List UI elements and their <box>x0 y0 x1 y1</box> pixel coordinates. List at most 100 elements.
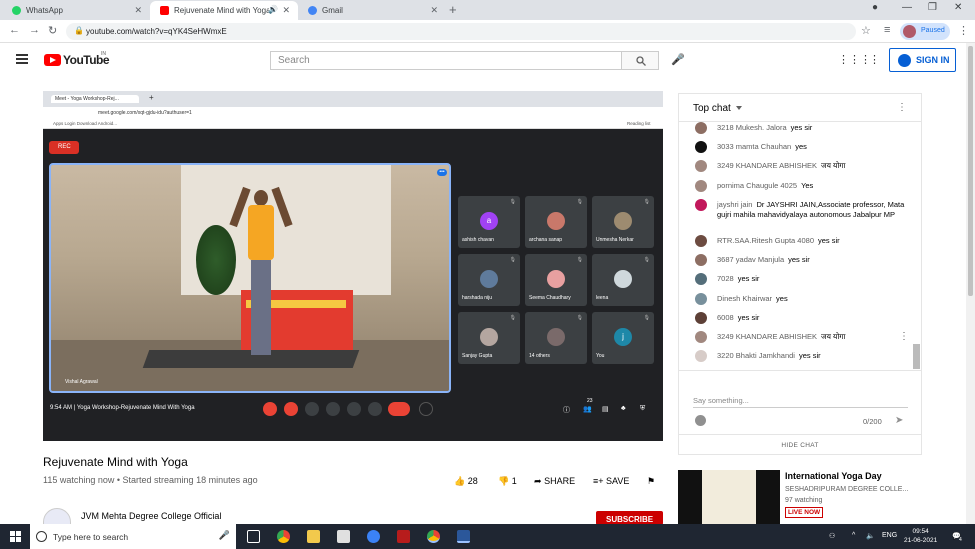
app-icon[interactable] <box>367 530 380 543</box>
chat-author[interactable]: 6008 <box>717 313 734 322</box>
new-tab-icon[interactable]: + <box>449 2 457 17</box>
youtube-logo-icon[interactable] <box>44 54 61 66</box>
bookmarks-text: Apps Login Download Android... <box>53 121 118 126</box>
language-indicator[interactable]: ENG <box>882 532 897 539</box>
chat-author[interactable]: Dinesh Khairwar <box>717 294 772 303</box>
save-button[interactable]: ≡+ SAVE <box>593 476 629 486</box>
avatar[interactable] <box>695 160 707 172</box>
back-icon[interactable]: ← <box>9 24 20 36</box>
microphone-icon[interactable]: 🎤 <box>219 530 230 541</box>
word-icon[interactable] <box>457 530 470 543</box>
chat-message-body: pornima Chaugule 4025 Yes <box>717 181 907 191</box>
tab-youtube[interactable]: Rejuvenate Mind with Yoga 🔊 ✕ <box>150 1 298 20</box>
chat-author[interactable]: jayshri jain <box>717 200 752 209</box>
message-menu-icon[interactable]: ⋮ <box>899 331 909 342</box>
chevron-down-icon[interactable] <box>736 106 742 110</box>
chat-author[interactable]: 7028 <box>717 274 734 283</box>
report-flag-icon[interactable]: ⚑ <box>647 476 655 487</box>
chat-author[interactable]: 3033 mamta Chauhan <box>717 142 791 151</box>
avatar[interactable] <box>695 235 707 247</box>
hide-chat-button[interactable]: HIDE CHAT <box>679 434 921 454</box>
page-scrollbar-thumb[interactable] <box>968 46 973 296</box>
people-tray-icon[interactable]: ⚇ <box>829 532 835 540</box>
chat-message-body: 3249 KHANDARE ABHISHEK जय योगा <box>717 332 907 342</box>
search-button[interactable] <box>621 51 659 70</box>
avatar[interactable] <box>695 293 707 305</box>
profile-paused-button[interactable]: Paused <box>900 23 950 40</box>
chat-author[interactable]: RTR.SAA.Ritesh Gupta 4080 <box>717 236 814 245</box>
forward-icon[interactable]: → <box>29 24 40 36</box>
sign-in-button[interactable]: SIGN IN <box>889 48 956 72</box>
chat-author[interactable]: pornima Chaugule 4025 <box>717 181 797 190</box>
avatar[interactable] <box>695 350 707 362</box>
browser-menu-icon[interactable]: ⋮ <box>958 24 969 37</box>
reading-list-icon[interactable]: ≡ <box>884 24 890 36</box>
participant-tile: archana sanap 🎙 <box>525 196 587 248</box>
recommendation-title[interactable]: International Yoga Day <box>785 471 882 481</box>
tab-gmail[interactable]: Gmail ✕ <box>298 1 446 20</box>
share-button[interactable]: ➦ SHARE <box>534 476 575 487</box>
search-input[interactable]: Search <box>270 51 622 70</box>
volume-icon[interactable]: 🔈 <box>866 532 875 540</box>
avatar[interactable] <box>695 180 707 192</box>
close-window-icon[interactable]: ✕ <box>954 2 962 13</box>
chat-message-body: RTR.SAA.Ritesh Gupta 4080 yes sir <box>717 236 907 246</box>
chrome-active-icon[interactable] <box>427 530 440 543</box>
chat-scrollbar[interactable] <box>913 344 920 369</box>
chat-author[interactable]: 3687 yadav Manjula <box>717 255 784 264</box>
close-tab-icon[interactable]: ✕ <box>134 5 142 16</box>
participant-avatar: a <box>480 212 498 230</box>
share-icon: ➦ <box>534 476 542 486</box>
chat-menu-icon[interactable]: ⋮ <box>897 102 907 113</box>
close-tab-icon[interactable]: ✕ <box>430 5 438 16</box>
close-tab-icon[interactable]: ✕ <box>282 5 290 16</box>
dislike-button[interactable]: 👎 1 <box>498 476 517 487</box>
windows-start-icon[interactable] <box>10 531 21 542</box>
file-explorer-icon[interactable] <box>307 530 320 543</box>
chat-mode-select[interactable]: Top chat <box>693 103 731 114</box>
chevron-up-icon[interactable]: ^ <box>852 532 855 539</box>
avatar[interactable] <box>695 122 707 134</box>
participant-avatar <box>547 212 565 230</box>
avatar[interactable] <box>695 312 707 324</box>
more-options-icon <box>368 402 382 416</box>
participant-avatar <box>547 328 565 346</box>
avatar[interactable] <box>695 273 707 285</box>
channel-name[interactable]: JVM Mehta Degree College Official <box>81 511 221 521</box>
chat-author[interactable]: 3249 KHANDARE ABHISHEK <box>717 332 817 341</box>
avatar[interactable] <box>695 254 707 266</box>
video-title: Rejuvenate Mind with Yoga <box>43 455 188 469</box>
video-player[interactable]: Meet - Yoga Workshop-Rej... + meet.googl… <box>43 91 663 441</box>
avatar <box>903 25 916 38</box>
taskbar-search-input[interactable]: Type here to search 🎤 <box>30 524 236 549</box>
chat-author[interactable]: 3218 Mukesh. Jalora <box>717 123 787 132</box>
speaker-icon[interactable]: 🔊 <box>268 5 278 14</box>
minimize-icon[interactable]: — <box>902 2 912 13</box>
snipping-tool-icon[interactable] <box>397 530 410 543</box>
emoji-icon[interactable] <box>695 415 706 426</box>
subscribe-button[interactable]: SUBSCRIBE <box>596 511 663 525</box>
url-field[interactable]: 🔒 youtube.com/watch?v=qYK4SeHWmxE <box>66 23 856 40</box>
like-button[interactable]: 👍 28 <box>454 476 478 487</box>
microphone-icon[interactable]: 🎤 <box>671 53 685 66</box>
tab-whatsapp[interactable]: WhatsApp ✕ <box>2 1 150 20</box>
profile-menu-icon[interactable]: ● <box>872 2 878 13</box>
chat-message-input[interactable]: Say something... <box>693 396 908 408</box>
avatar[interactable] <box>695 141 707 153</box>
chat-author[interactable]: 3220 Bhakti Jamkhandi <box>717 351 795 360</box>
settings-more-icon[interactable]: ⋮ <box>869 53 880 66</box>
chrome-icon[interactable] <box>277 530 290 543</box>
menu-icon[interactable] <box>16 54 28 64</box>
document-app-icon[interactable] <box>337 530 350 543</box>
avatar[interactable] <box>695 199 707 211</box>
task-view-icon[interactable] <box>247 530 260 543</box>
restore-icon[interactable]: ❐ <box>928 2 937 13</box>
send-icon[interactable]: ➤ <box>895 415 903 426</box>
chat-author[interactable]: 3249 KHANDARE ABHISHEK <box>717 161 817 170</box>
system-clock[interactable]: 09:54 21-06-2021 <box>904 527 937 545</box>
reload-icon[interactable]: ↻ <box>48 24 57 37</box>
recommendation-thumbnail[interactable] <box>678 470 780 525</box>
star-icon[interactable]: ☆ <box>861 24 871 37</box>
avatar[interactable] <box>695 331 707 343</box>
apps-grid-icon[interactable]: ⋮⋮⋮ <box>838 53 871 66</box>
